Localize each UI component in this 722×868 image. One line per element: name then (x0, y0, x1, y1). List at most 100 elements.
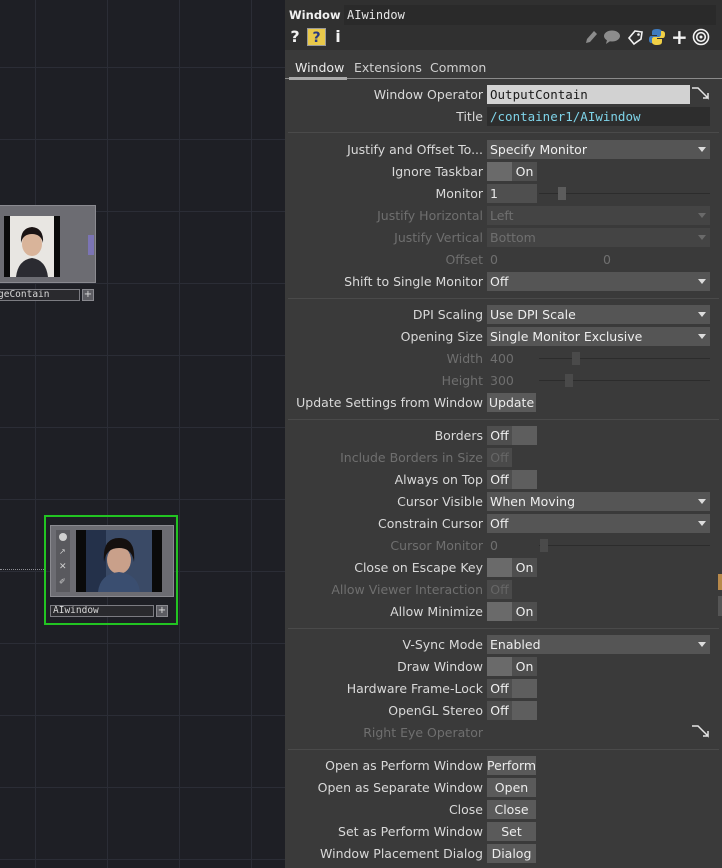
borders-toggle[interactable]: Off (487, 426, 537, 445)
menu-value: Left (490, 208, 514, 223)
param-right-eye: Right Eye Operator (285, 722, 722, 744)
shift-single-menu[interactable]: Off (487, 272, 710, 291)
menu-value: Bottom (490, 230, 536, 245)
op-name-field[interactable]: AIwindow (344, 5, 716, 25)
param-label: Cursor Visible (397, 494, 483, 509)
height-field[interactable]: 300 (487, 371, 537, 390)
chevron-down-icon (698, 312, 706, 317)
param-label: DPI Scaling (412, 307, 483, 322)
info-icon[interactable]: i (333, 28, 343, 46)
param-justify-offset: Justify and Offset To... Specify Monitor (285, 139, 722, 161)
param-shift-single: Shift to Single Monitor Off (285, 271, 722, 293)
opening-size-menu[interactable]: Single Monitor Exclusive (487, 327, 710, 346)
param-close: Close Close (285, 799, 722, 821)
operator-drag-icon[interactable] (690, 724, 712, 742)
constrain-cursor-menu[interactable]: Off (487, 514, 710, 533)
node-plus-button[interactable]: + (82, 289, 94, 301)
opengl-stereo-toggle[interactable]: Off (487, 701, 537, 720)
param-label: Offset (445, 252, 483, 267)
hw-framelock-toggle[interactable]: Off (487, 679, 537, 698)
toggle-state: Off (487, 679, 512, 698)
always-on-top-toggle[interactable]: Off (487, 470, 537, 489)
python-icon[interactable] (648, 28, 666, 46)
justify-horizontal-menu[interactable]: Left (487, 206, 710, 225)
offset-x-field[interactable]: 0 (490, 252, 498, 267)
update-button[interactable]: Update (487, 393, 536, 412)
python-help-icon[interactable]: ? (307, 28, 326, 46)
tab-window[interactable]: Window (295, 60, 344, 75)
node-outputcontain[interactable]: geContain + (0, 205, 96, 302)
allow-minimize-toggle[interactable]: On (487, 602, 537, 621)
justify-offset-menu[interactable]: Specify Monitor (487, 140, 710, 159)
cursor-monitor-field[interactable]: 0 (487, 536, 537, 555)
help-icon[interactable]: ? (289, 28, 301, 46)
height-slider-knob[interactable] (565, 374, 573, 387)
op-type-label: Window (289, 8, 341, 22)
monitor-field[interactable]: 1 (487, 184, 537, 203)
network-editor[interactable]: geContain + ↗ ✕ ✐ AIwindow + (0, 0, 285, 868)
set-button[interactable]: Set (487, 822, 536, 841)
perform-button[interactable]: Perform (487, 756, 536, 775)
offset-y-field[interactable]: 0 (603, 252, 611, 267)
dialog-button[interactable]: Dialog (487, 844, 536, 863)
param-borders: Borders Off (285, 425, 722, 447)
param-label: Monitor (435, 186, 483, 201)
node-viewer-icon[interactable] (59, 533, 67, 541)
node-bypass-icon[interactable]: ✕ (59, 563, 67, 572)
param-label: Window Operator (373, 87, 483, 102)
operator-drag-icon[interactable] (690, 86, 712, 104)
param-label: Set as Perform Window (338, 824, 483, 839)
param-window-operator: Window Operator OutputContain (285, 84, 722, 106)
tab-extensions[interactable]: Extensions (354, 60, 422, 75)
chevron-down-icon (698, 642, 706, 647)
include-borders-toggle[interactable]: Off (487, 448, 537, 467)
justify-vertical-menu[interactable]: Bottom (487, 228, 710, 247)
edit-icon[interactable] (583, 28, 599, 46)
width-slider-knob[interactable] (572, 352, 580, 365)
chevron-down-icon (698, 499, 706, 504)
chevron-down-icon (698, 279, 706, 284)
param-hw-framelock: Hardware Frame-Lock Off (285, 678, 722, 700)
add-icon[interactable]: + (671, 27, 688, 47)
node-pin-icon[interactable]: ↗ (59, 548, 67, 556)
node-plus-button[interactable]: + (156, 605, 168, 617)
param-cursor-visible: Cursor Visible When Moving (285, 491, 722, 513)
node-aiwindow[interactable]: ↗ ✕ ✐ AIwindow + (44, 515, 178, 625)
ignore-taskbar-toggle[interactable]: On (487, 162, 537, 181)
param-label: Allow Viewer Interaction (331, 582, 483, 597)
node-lock-icon[interactable]: ✐ (59, 578, 67, 586)
node-side-connector[interactable] (88, 235, 94, 255)
title-field[interactable]: /container1/AIwindow (487, 107, 710, 126)
param-label: Justify Horizontal (377, 208, 483, 223)
toggle-state: Off (487, 580, 512, 599)
comment-icon[interactable] (603, 28, 621, 46)
param-label: Cursor Monitor (390, 538, 483, 553)
cursor-monitor-slider[interactable] (539, 545, 710, 546)
param-label: Height (441, 373, 483, 388)
param-label: Include Borders in Size (340, 450, 483, 465)
allow-viewer-toggle[interactable]: Off (487, 580, 537, 599)
param-offset: Offset 0 0 (285, 249, 722, 271)
tab-common[interactable]: Common (430, 60, 486, 75)
target-icon[interactable] (692, 28, 710, 46)
param-label: Update Settings from Window (296, 395, 483, 410)
cursor-monitor-slider-knob[interactable] (540, 539, 548, 552)
width-slider[interactable] (539, 358, 710, 359)
monitor-slider-knob[interactable] (558, 187, 566, 200)
open-button[interactable]: Open (487, 778, 536, 797)
param-label: Justify and Offset To... (347, 142, 483, 157)
width-field[interactable]: 400 (487, 349, 537, 368)
param-justify-vertical: Justify Vertical Bottom (285, 227, 722, 249)
chevron-down-icon (698, 213, 706, 218)
panel-edge-marker (718, 596, 722, 616)
close-escape-toggle[interactable]: On (487, 558, 537, 577)
param-vsync: V-Sync Mode Enabled (285, 634, 722, 656)
cursor-visible-menu[interactable]: When Moving (487, 492, 710, 511)
tag-icon[interactable] (626, 28, 644, 46)
draw-window-toggle[interactable]: On (487, 657, 537, 676)
close-button[interactable]: Close (487, 800, 536, 819)
param-label: Allow Minimize (390, 604, 483, 619)
dpi-scaling-menu[interactable]: Use DPI Scale (487, 305, 710, 324)
vsync-menu[interactable]: Enabled (487, 635, 710, 654)
window-operator-field[interactable]: OutputContain (487, 85, 690, 104)
